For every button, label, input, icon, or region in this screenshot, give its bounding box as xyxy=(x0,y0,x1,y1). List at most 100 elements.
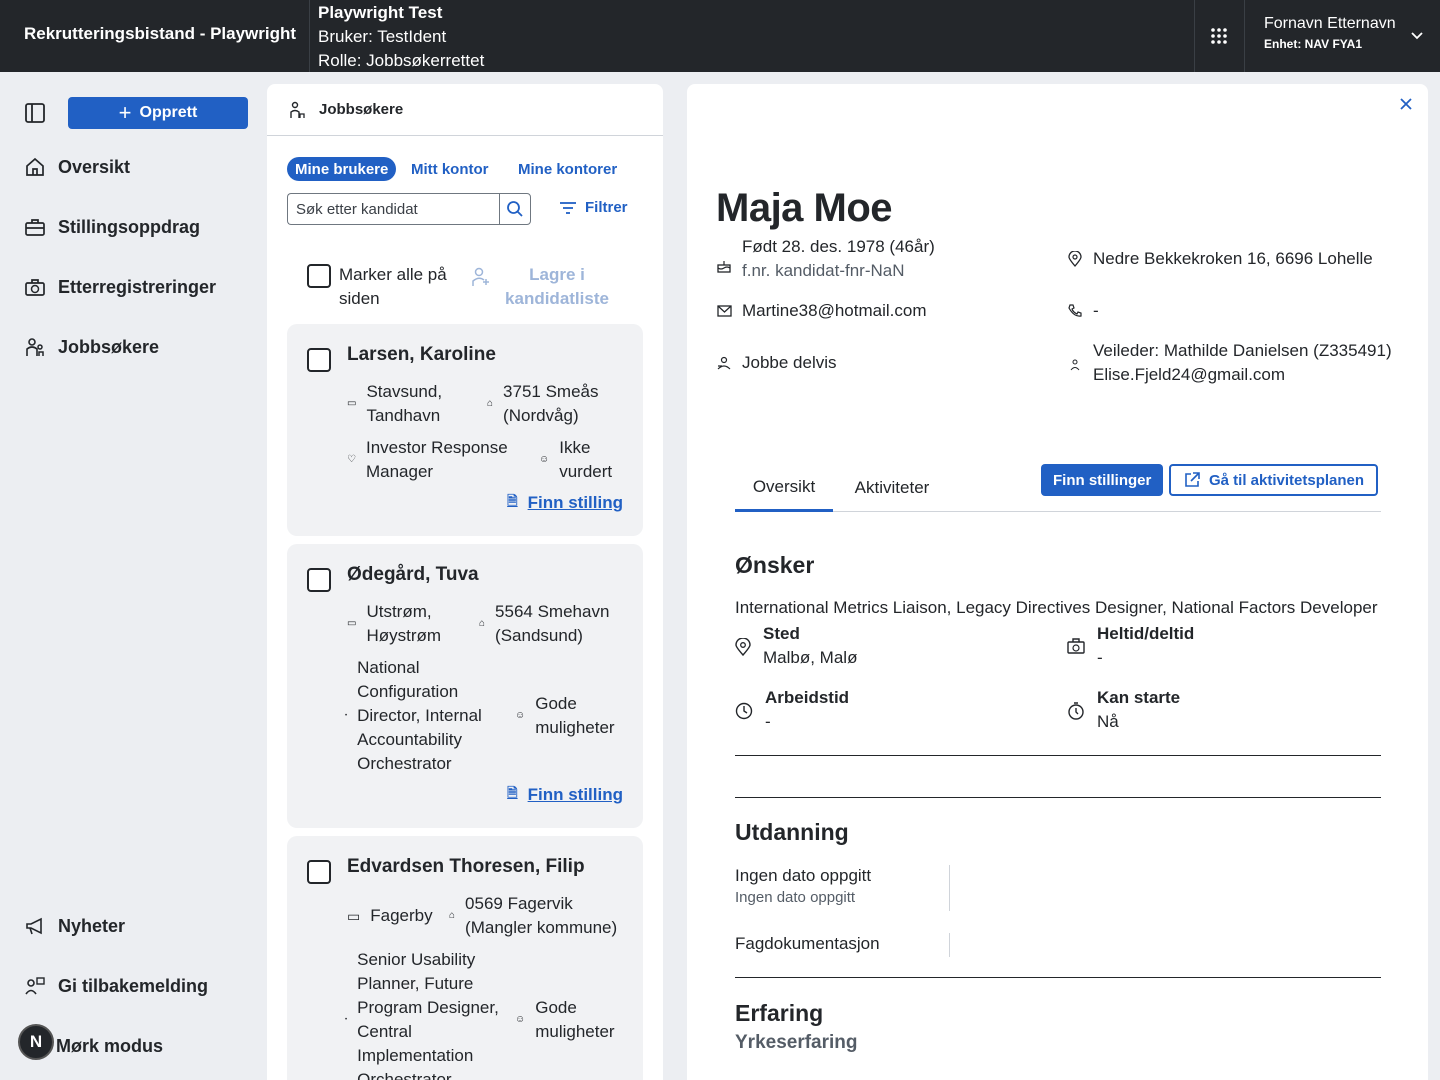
heart-icon: • xyxy=(345,1017,348,1023)
chevron-down-icon[interactable] xyxy=(1410,28,1424,42)
candidate-status: ☺ Gode muligheter xyxy=(515,998,615,1041)
mark-all-checkbox[interactable] xyxy=(307,264,331,288)
candidate-checkbox[interactable] xyxy=(307,568,331,592)
person-icon: ☺ xyxy=(515,1014,526,1025)
activity-plan-label: Gå til aktivitetsplanen xyxy=(1209,471,1365,489)
sidebar-item-label: Jobbsøkere xyxy=(58,336,160,357)
dark-mode-toggle[interactable]: Mørk modus xyxy=(56,1036,163,1057)
wished-jobs: International Metrics Liaison, Legacy Di… xyxy=(735,598,1378,617)
candidate-name[interactable]: Larsen, Karoline xyxy=(347,344,496,366)
candidate-status: ☺ Gode muligheter xyxy=(515,694,615,737)
candidate-address: ▭ Utstrøm, Høystrøm xyxy=(347,602,442,645)
place-label: Sted xyxy=(763,624,800,643)
apps-menu-button[interactable] xyxy=(1194,0,1244,72)
innsats: Jobbe delvis xyxy=(742,353,837,372)
cake-icon xyxy=(716,235,732,283)
sidebar: + Opprett Oversikt Stillingsoppdrag Ette… xyxy=(0,72,267,1080)
fnr: f.nr. kandidat-fnr-NaN xyxy=(742,261,905,280)
candidate-name[interactable]: Edvardsen Thoresen, Filip xyxy=(347,856,585,878)
email[interactable]: Martine38@hotmail.com xyxy=(742,299,927,323)
tab-aktiviteter[interactable]: Aktiviteter xyxy=(833,464,951,512)
people-icon xyxy=(26,338,44,356)
candidate-card[interactable]: Larsen, Karoline ▭ Stavsund, Tandhavn ⌂ … xyxy=(287,324,643,536)
id-card-icon: ▭ xyxy=(347,908,361,924)
education-row: Ingen dato oppgitt Ingen dato oppgitt xyxy=(735,865,871,909)
phone-icon xyxy=(1067,299,1083,323)
envelope-icon xyxy=(716,299,732,323)
location-pin-icon xyxy=(1067,247,1083,271)
place-value: Malbø, Malø xyxy=(763,648,858,667)
find-job-link[interactable]: 🗎 Finn stilling xyxy=(507,784,623,806)
candidate-job: ♡ Investor Response Manager xyxy=(347,438,508,481)
mark-all-label: Marker alle på siden xyxy=(339,265,447,308)
candidate-postal: ⌂ 0569 Fagervik (Mangler kommune) xyxy=(449,894,618,937)
person-icon: ☺ xyxy=(515,710,526,721)
chip-mitt-kontor[interactable]: Mitt kontor xyxy=(403,157,496,181)
chip-mine-kontorer[interactable]: Mine kontorer xyxy=(510,157,625,181)
column-divider xyxy=(949,865,950,911)
search-button[interactable] xyxy=(499,193,531,225)
education-row: Fagdokumentasjon xyxy=(735,933,880,955)
filter-button[interactable]: Filtrer xyxy=(559,199,628,216)
sidebar-item-label: Stillingsoppdrag xyxy=(58,216,200,237)
house-icon: ⌂ xyxy=(487,398,494,409)
search-input[interactable]: Søk etter kandidat xyxy=(287,193,500,225)
briefcase-clock-icon xyxy=(25,279,45,296)
save-to-list-button[interactable]: Lagre i kandidatliste xyxy=(472,265,612,311)
birth-info: Født 28. des. 1978 (46år) f.nr. kandidat… xyxy=(716,235,935,283)
candidate-address: ▭ Stavsund, Tandhavn xyxy=(347,382,443,425)
candidate-checkbox[interactable] xyxy=(307,860,331,884)
env-role: Rolle: Jobbsøkerrettet xyxy=(318,51,485,70)
briefcase-icon xyxy=(25,219,45,236)
education-title: Utdanning xyxy=(735,819,849,845)
section-divider xyxy=(735,755,1381,756)
sidebar-item-feedback[interactable]: Gi tilbakemelding xyxy=(24,975,208,997)
filter-label: Filtrer xyxy=(585,199,628,216)
section-divider xyxy=(735,977,1381,978)
create-button[interactable]: + Opprett xyxy=(68,97,248,129)
people-icon xyxy=(290,101,305,118)
search-icon xyxy=(507,201,523,217)
sidebar-item-nyheter[interactable]: Nyheter xyxy=(24,915,125,937)
column-divider xyxy=(949,933,950,957)
wish-start: Kan starte Nå xyxy=(1067,686,1180,734)
sidebar-item-etterregistreringer[interactable]: Etterregistreringer xyxy=(24,276,216,298)
sidebar-item-oversikt[interactable]: Oversikt xyxy=(24,156,130,178)
user-name: Fornavn Etternavn xyxy=(1264,15,1396,32)
find-job-link[interactable]: 🗎 Finn stilling xyxy=(507,492,623,514)
chip-mine-brukere[interactable]: Mine brukere xyxy=(287,157,397,181)
header-divider xyxy=(1244,0,1245,72)
education-title-text: Fagdokumentasjon xyxy=(735,934,880,953)
close-icon[interactable] xyxy=(1396,94,1416,114)
candidate-postal: ⌂ 3751 Smeås (Nordvåg) xyxy=(487,382,599,425)
document-icon: 🗎 xyxy=(507,785,518,800)
sidebar-item-jobbsokere[interactable]: Jobbsøkere xyxy=(24,336,159,358)
worktime-label: Arbeidstid xyxy=(765,688,850,707)
email-info: Martine38@hotmail.com xyxy=(716,299,927,323)
tab-oversikt[interactable]: Oversikt xyxy=(735,464,833,512)
phone: - xyxy=(1093,301,1099,320)
dark-mode-badge[interactable]: N xyxy=(18,1024,54,1060)
person-icon xyxy=(1067,339,1083,387)
wish-place: Sted Malbø, Malø xyxy=(735,622,857,670)
app-title[interactable]: Rekrutteringsbistand - Playwright xyxy=(24,24,296,44)
candidate-status: ☺ Ikke vurdert xyxy=(539,438,613,481)
candidate-card[interactable]: Ødegård, Tuva ▭ Utstrøm, Høystrøm ⌂ 5564… xyxy=(287,544,643,828)
veileder: Veileder: Mathilde Danielsen (Z335491) xyxy=(1093,341,1392,360)
activity-plan-button[interactable]: Gå til aktivitetsplanen xyxy=(1169,464,1379,496)
id-card-icon: ▭ xyxy=(347,618,357,629)
sidebar-item-label: Etterregistreringer xyxy=(58,276,217,297)
candidate-name[interactable]: Ødegård, Tuva xyxy=(347,564,479,586)
sidebar-item-stillingsoppdrag[interactable]: Stillingsoppdrag xyxy=(24,216,200,238)
find-jobs-button[interactable]: Finn stillinger xyxy=(1041,464,1164,496)
sidebar-toggle-icon[interactable] xyxy=(24,102,46,124)
user-menu[interactable]: Fornavn Etternavn Enhet: NAV FYA1 xyxy=(1264,15,1396,51)
environment-info: Playwright Test Bruker: TestIdent Rolle:… xyxy=(318,1,484,73)
birth-date: Født 28. des. 1978 (46år) xyxy=(742,237,935,256)
candidate-card[interactable]: Edvardsen Thoresen, Filip ▭ Fagerby ⌂ 05… xyxy=(287,836,643,1080)
heart-icon: ♡ xyxy=(347,454,356,465)
innsats-info: Jobbe delvis xyxy=(716,351,837,375)
candidate-checkbox[interactable] xyxy=(307,348,331,372)
wish-hours: Heltid/deltid - xyxy=(1067,622,1194,670)
id-card-icon: ▭ xyxy=(347,398,357,409)
